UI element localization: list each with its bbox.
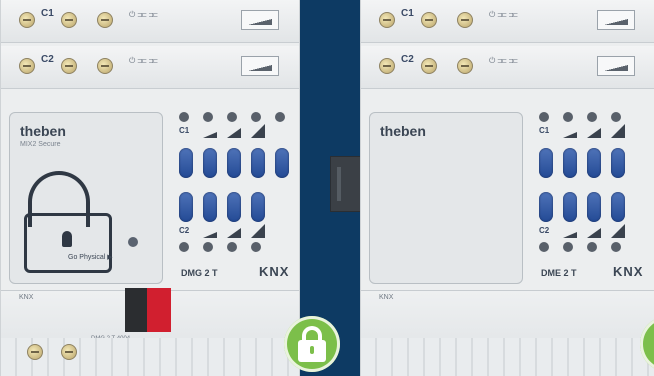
screw-terminal <box>457 12 473 28</box>
channel-button[interactable] <box>179 192 193 222</box>
display-icon <box>241 56 279 76</box>
channel-button[interactable] <box>227 148 241 178</box>
screw-terminal <box>19 12 35 28</box>
connector-black <box>125 288 147 332</box>
channel-button[interactable] <box>539 148 553 178</box>
symbol-icon: ⏻ ⊐⊏ ⊐⊏ <box>129 10 158 19</box>
screw-terminal <box>19 58 35 74</box>
screw-terminal <box>97 12 113 28</box>
screw-terminal <box>457 58 473 74</box>
channel-button[interactable] <box>203 192 217 222</box>
symbol-icon: ⏻ ⊐⊏ ⊐⊏ <box>489 10 518 19</box>
terminal-row-c1: C1 ⏻ ⊐⊏ ⊐⊏ <box>361 0 654 43</box>
front-cover: theben MIX2 Secure Go Physical ▶ <box>9 112 163 284</box>
channel-button[interactable] <box>251 148 265 178</box>
channel-button[interactable] <box>563 192 577 222</box>
din-clip <box>330 156 364 212</box>
photo-stage: C1 ⏻ ⊐⊏ ⊐⊏ C2 ⏻ ⊐⊏ ⊐⊏ theben MIX2 Secure… <box>0 0 654 376</box>
symbol-icon: ⏻ ⊐⊏ ⊐⊏ <box>489 56 518 65</box>
symbol-icon: ⏻ ⊐⊏ ⊐⊏ <box>129 56 158 65</box>
brand-logo: theben <box>20 123 66 139</box>
bottom-label: KNX <box>19 294 34 301</box>
model-label: DMG 2 T <box>181 268 218 278</box>
display-icon <box>597 10 635 30</box>
channel-label-c2: C2 <box>539 226 550 235</box>
channel-label-c2: C2 <box>179 226 190 235</box>
screw-terminal <box>379 58 395 74</box>
screw-terminal <box>61 58 77 74</box>
rail-ridges <box>1 338 299 376</box>
terminal-label: C1 <box>401 8 414 19</box>
brand-logo: theben <box>380 123 426 139</box>
screw-terminal <box>421 12 437 28</box>
bottom-label: KNX <box>379 294 394 301</box>
terminal-label: C2 <box>41 54 54 65</box>
channel-label-c1: C1 <box>179 126 190 135</box>
screw-terminal <box>379 12 395 28</box>
screw-terminal <box>61 12 77 28</box>
channel-button[interactable] <box>227 192 241 222</box>
knx-bus-connector[interactable] <box>125 288 171 332</box>
go-physical-label: Go Physical ▶ <box>68 254 113 261</box>
front-cover: theben <box>369 112 523 284</box>
right-dimmer-module: C1 ⏻ ⊐⊏ ⊐⊏ C2 ⏻ ⊐⊏ ⊐⊏ theben C1 C2 DME 2… <box>360 0 654 376</box>
connector-red <box>147 288 171 332</box>
channel-button[interactable] <box>587 192 601 222</box>
terminal-row-c2: C2 ⏻ ⊐⊏ ⊐⊏ <box>361 46 654 89</box>
lock-badge-icon <box>284 316 340 372</box>
screw-terminal <box>97 58 113 74</box>
terminal-label: C2 <box>401 54 414 65</box>
status-knob-icon <box>128 237 138 247</box>
channel-button[interactable] <box>587 148 601 178</box>
terminal-label: C1 <box>41 8 54 19</box>
channel-button[interactable] <box>275 148 289 178</box>
display-icon <box>241 10 279 30</box>
screw-terminal <box>61 344 77 360</box>
rail-ridges <box>361 338 654 376</box>
channel-button[interactable] <box>611 192 625 222</box>
screw-terminal <box>421 58 437 74</box>
channel-button[interactable] <box>251 192 265 222</box>
channel-button[interactable] <box>563 148 577 178</box>
channel-button[interactable] <box>179 148 193 178</box>
knx-logo: KNX <box>613 264 644 279</box>
channel-label-c1: C1 <box>539 126 550 135</box>
display-icon <box>597 56 635 76</box>
terminal-row-c2: C2 ⏻ ⊐⊏ ⊐⊏ <box>1 46 299 89</box>
knx-logo: KNX <box>259 264 290 279</box>
model-label: DME 2 T <box>541 268 577 278</box>
keyhole-icon <box>62 231 72 247</box>
terminal-row-c1: C1 ⏻ ⊐⊏ ⊐⊏ <box>1 0 299 43</box>
channel-button[interactable] <box>539 192 553 222</box>
subbrand-label: MIX2 Secure <box>20 141 61 148</box>
channel-button[interactable] <box>203 148 217 178</box>
screw-terminal <box>27 344 43 360</box>
channel-button[interactable] <box>611 148 625 178</box>
left-dimmer-module: C1 ⏻ ⊐⊏ ⊐⊏ C2 ⏻ ⊐⊏ ⊐⊏ theben MIX2 Secure… <box>0 0 300 376</box>
